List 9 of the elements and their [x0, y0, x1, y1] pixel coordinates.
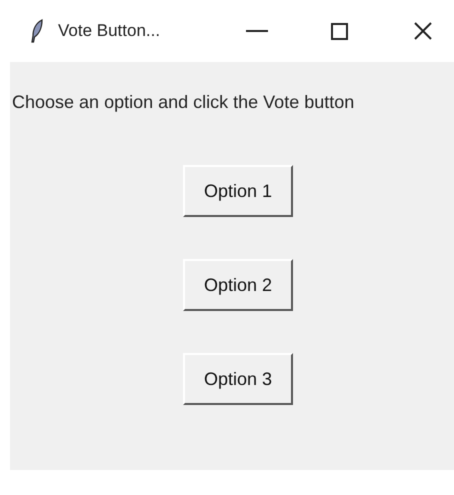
option-button[interactable]: Option 1	[183, 165, 293, 217]
window-title: Vote Button...	[58, 21, 160, 41]
maximize-icon[interactable]	[331, 22, 348, 40]
option-button[interactable]: Option 3	[183, 353, 293, 405]
instruction-text: Choose an option and click the Vote button	[12, 92, 354, 113]
option-button[interactable]: Option 2	[183, 259, 293, 311]
feather-icon	[30, 19, 44, 43]
close-icon[interactable]	[414, 22, 432, 40]
minimize-icon[interactable]	[246, 29, 268, 33]
